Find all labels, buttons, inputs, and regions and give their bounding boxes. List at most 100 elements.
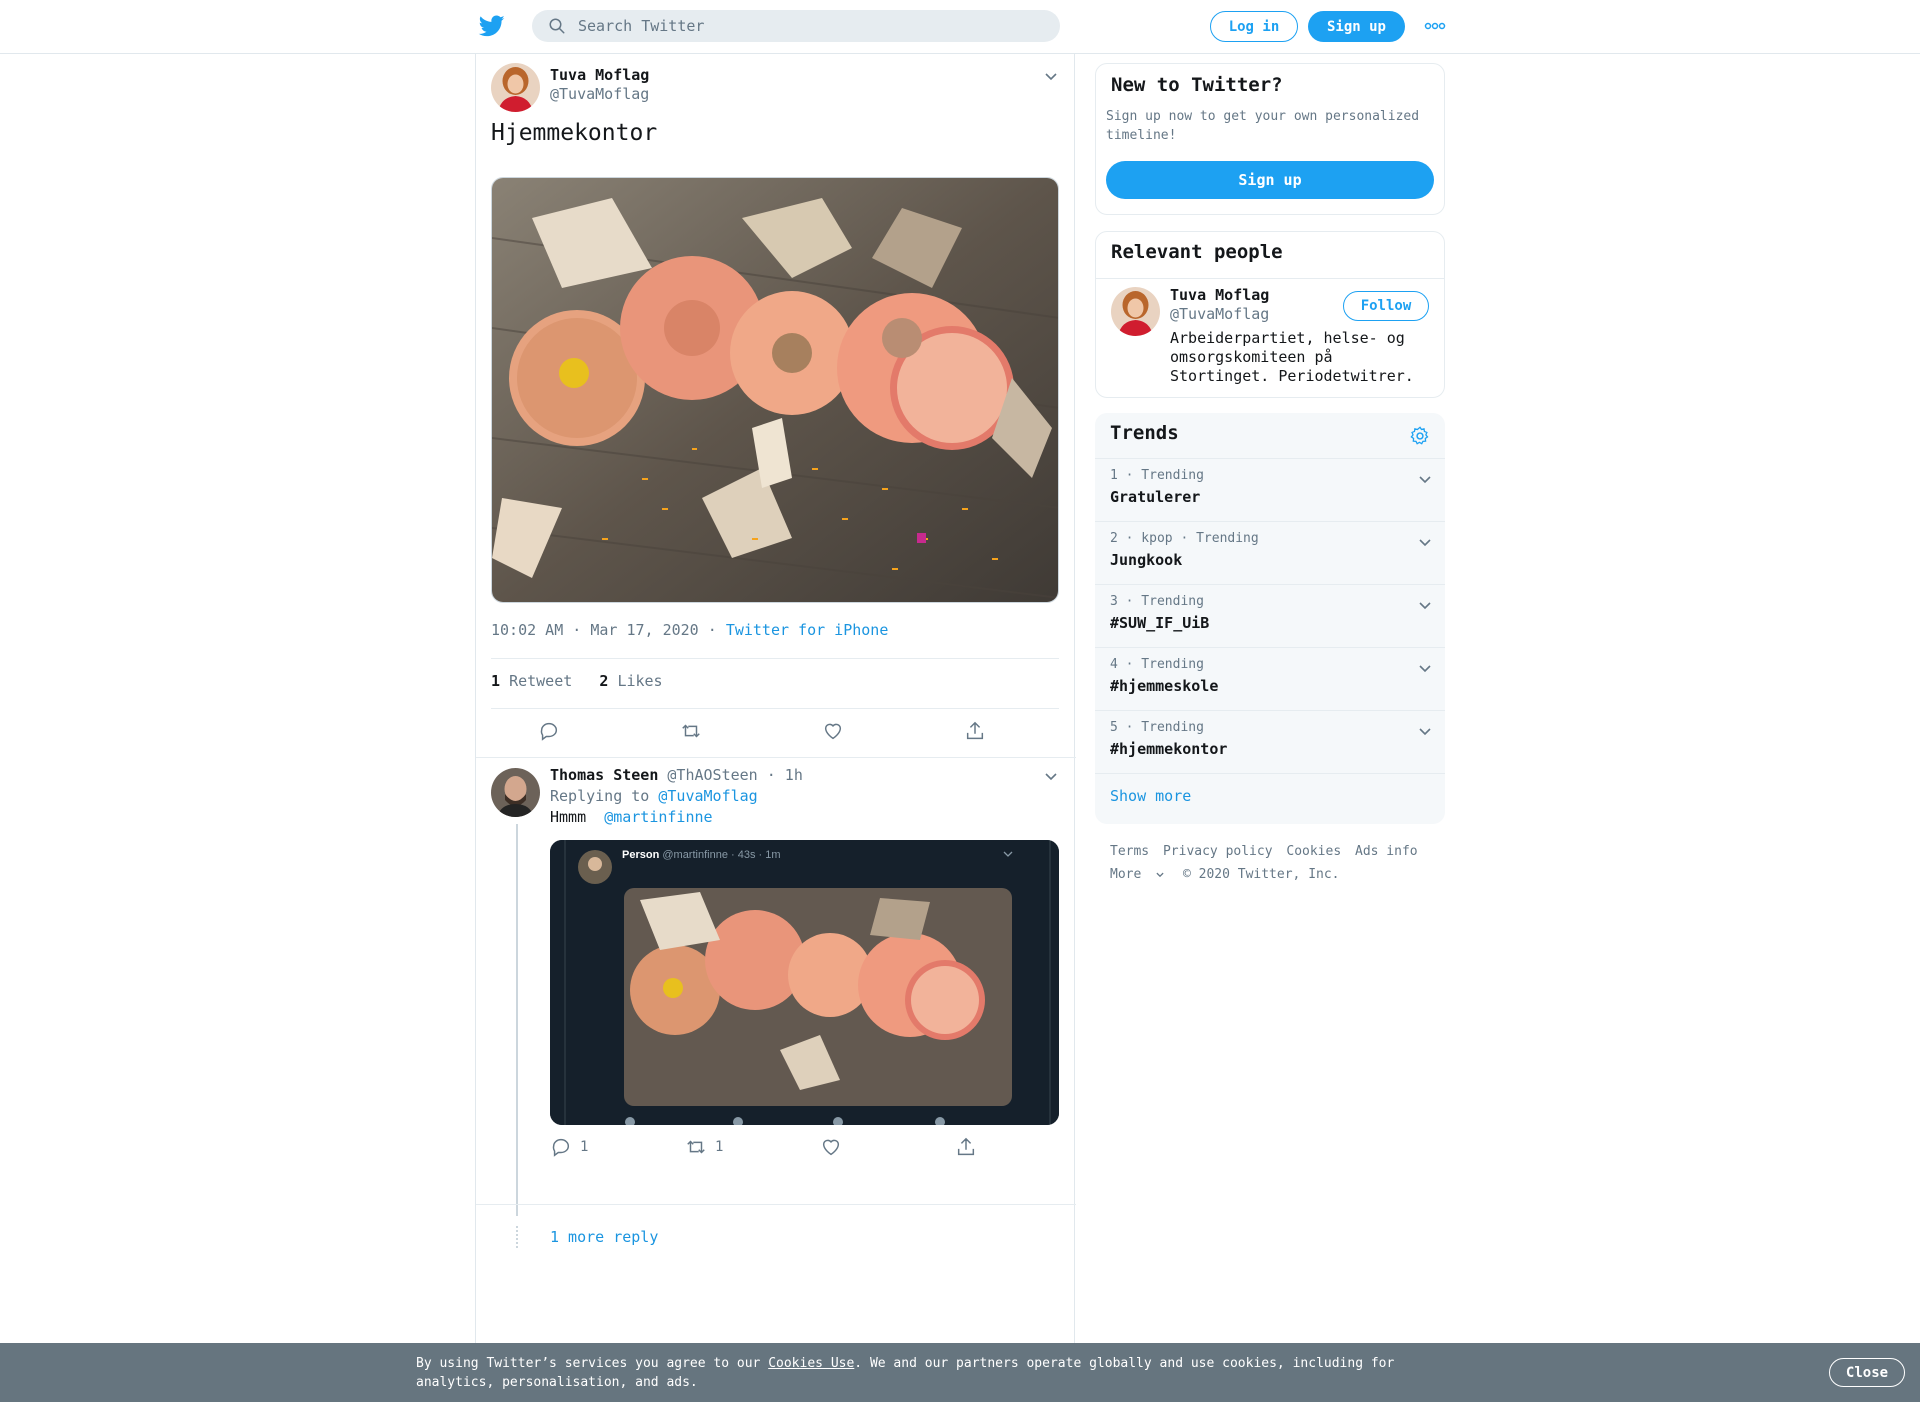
settings-gear-icon[interactable] xyxy=(1409,425,1431,447)
embedded-author-meta: @martinfinne · 43s · 1m xyxy=(662,849,781,861)
sidebar-signup-button[interactable]: Sign up xyxy=(1106,161,1434,199)
twitter-bird-icon[interactable] xyxy=(478,13,506,39)
trend-meta: 3 · Trending xyxy=(1110,594,1204,609)
trend-item[interactable]: 5 · Trending #hjemmekontor xyxy=(1095,710,1445,773)
share-icon xyxy=(966,721,984,740)
replying-to-handle[interactable]: @TuvaMoflag xyxy=(658,787,757,805)
replying-to-label: Replying to xyxy=(550,787,650,805)
retweet-stat-label: Retweet xyxy=(509,672,573,690)
reply-author-handle[interactable]: @ThAOSteen xyxy=(667,766,757,784)
new-to-twitter-title: New to Twitter? xyxy=(1111,74,1283,96)
like-button[interactable] xyxy=(822,718,844,744)
cookie-close-button[interactable]: Close xyxy=(1829,1358,1905,1387)
trend-name: Gratulerer xyxy=(1110,488,1201,506)
reply-actions: 1 1 xyxy=(550,1134,1059,1164)
avatar-image xyxy=(491,63,540,112)
footer-more-button[interactable]: More xyxy=(1110,867,1173,882)
reply-time[interactable]: · 1h xyxy=(767,766,803,784)
heart-icon xyxy=(824,723,842,740)
reply-retweet-button[interactable]: 1 xyxy=(685,1134,723,1160)
divider xyxy=(1095,773,1445,774)
avatar-image xyxy=(1111,287,1160,336)
thread-dots xyxy=(516,1226,518,1248)
tweet-source-link[interactable]: Twitter for iPhone xyxy=(726,621,889,639)
relevant-people-card: Relevant people Tuva Moflag @TuvaMoflag … xyxy=(1095,231,1445,398)
relevant-person-avatar[interactable] xyxy=(1111,287,1160,336)
chevron-down-icon[interactable] xyxy=(1417,471,1433,487)
footer-more-label: More xyxy=(1110,867,1142,882)
cookie-banner: By using Twitter’s services you agree to… xyxy=(0,1343,1920,1402)
like-stat-label: Likes xyxy=(617,672,663,690)
tweet-actions xyxy=(491,718,1059,748)
tweet-timestamp[interactable]: 10:02 AM · Mar 17, 2020 xyxy=(491,621,699,639)
cookies-use-link[interactable]: Cookies Use xyxy=(768,1356,854,1371)
footer-ads-link[interactable]: Ads info xyxy=(1355,844,1418,859)
more-replies-link[interactable]: 1 more reply xyxy=(550,1228,658,1246)
tweet-photo[interactable] xyxy=(491,177,1059,603)
follow-button[interactable]: Follow xyxy=(1343,291,1429,321)
share-button[interactable] xyxy=(964,718,986,744)
signup-button[interactable]: Sign up xyxy=(1308,11,1405,42)
reply-author-avatar[interactable] xyxy=(491,768,540,817)
chevron-down-icon[interactable] xyxy=(1043,768,1059,784)
sidebar-footer: Terms Privacy policy Cookies Ads info Mo… xyxy=(1110,840,1424,886)
footer-cookies-link[interactable]: Cookies xyxy=(1286,844,1341,859)
retweet-icon xyxy=(687,1140,705,1154)
chevron-down-icon[interactable] xyxy=(1417,534,1433,550)
reply-reply-button[interactable]: 1 xyxy=(550,1134,588,1160)
reply-header: Thomas Steen @ThAOSteen · 1h xyxy=(550,766,803,784)
footer-terms-link[interactable]: Terms xyxy=(1110,844,1149,859)
chevron-down-icon[interactable] xyxy=(1043,68,1059,84)
tweet-stats: 1 Retweet 2 Likes xyxy=(491,672,663,690)
trend-name: Jungkook xyxy=(1110,551,1183,569)
reply-author-name[interactable]: Thomas Steen xyxy=(550,766,658,784)
author-handle[interactable]: @TuvaMoflag xyxy=(550,85,649,103)
search-icon xyxy=(549,18,565,34)
trend-item[interactable]: 4 · Trending #hjemmeskole xyxy=(1095,647,1445,710)
embedded-tweet-header: Person @martinfinne · 43s · 1m xyxy=(622,849,781,861)
share-icon xyxy=(957,1137,975,1156)
search-box[interactable] xyxy=(532,10,1060,42)
login-button[interactable]: Log in xyxy=(1210,11,1298,42)
like-count: 2 xyxy=(599,672,609,690)
divider xyxy=(1096,278,1444,279)
chevron-down-icon[interactable] xyxy=(1417,723,1433,739)
retweet-button[interactable] xyxy=(680,718,702,744)
new-to-twitter-subtitle: Sign up now to get your own personalized… xyxy=(1106,109,1420,143)
reply-media[interactable]: Person @martinfinne · 43s · 1m xyxy=(550,840,1059,1125)
show-more-link[interactable]: Show more xyxy=(1110,787,1191,805)
tweet-meta: 10:02 AM · Mar 17, 2020 · Twitter for iP… xyxy=(491,621,888,639)
trend-item[interactable]: 3 · Trending #SUW_IF_UiB xyxy=(1095,584,1445,647)
footer-privacy-link[interactable]: Privacy policy xyxy=(1163,844,1273,859)
thread-line xyxy=(516,824,518,1216)
chevron-down-icon[interactable] xyxy=(1417,660,1433,676)
more-options-icon[interactable] xyxy=(1424,18,1446,34)
reply-reply-count: 1 xyxy=(580,1139,589,1155)
chevron-down-icon[interactable] xyxy=(1417,597,1433,613)
divider xyxy=(491,708,1059,709)
divider xyxy=(476,1204,1076,1205)
relevant-person-name[interactable]: Tuva Moflag xyxy=(1170,286,1269,304)
relevant-person-handle[interactable]: @TuvaMoflag xyxy=(1170,305,1269,323)
reply-text: Hmmm @martinfinne xyxy=(550,808,713,826)
author-avatar[interactable] xyxy=(491,63,540,112)
top-bar: Log in Sign up xyxy=(0,0,1920,54)
retweet-stat[interactable]: 1 Retweet xyxy=(491,672,572,690)
tweet-text: Hjemmekontor xyxy=(491,120,658,146)
like-stat[interactable]: 2 Likes xyxy=(599,672,662,690)
trends-card: Trends 1 · Trending Gratulerer 2 · kpop … xyxy=(1095,413,1445,824)
author-name[interactable]: Tuva Moflag xyxy=(550,66,649,84)
retweet-icon xyxy=(682,724,700,738)
meta-separator: · xyxy=(707,621,717,639)
trend-item[interactable]: 2 · kpop · Trending Jungkook xyxy=(1095,521,1445,584)
heart-icon xyxy=(822,1139,840,1156)
embedded-screenshot-image xyxy=(550,840,1059,1125)
trend-item[interactable]: 1 · Trending Gratulerer xyxy=(1095,458,1445,521)
reply-mention-link[interactable]: @martinfinne xyxy=(604,808,712,826)
search-input[interactable] xyxy=(578,14,1038,38)
trend-meta: 2 · kpop · Trending xyxy=(1110,531,1259,546)
reply-share-button[interactable] xyxy=(955,1134,977,1160)
reply-button[interactable] xyxy=(538,718,560,744)
reply-like-button[interactable] xyxy=(820,1134,842,1160)
reply-retweet-count: 1 xyxy=(715,1139,724,1155)
